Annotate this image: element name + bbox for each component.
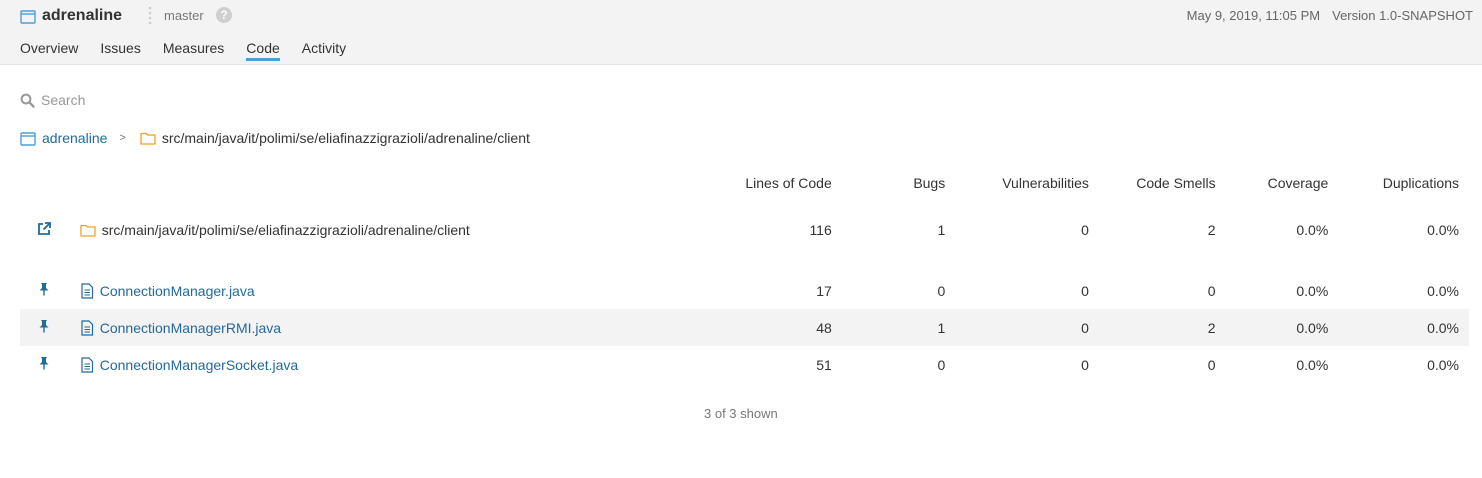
- analysis-date: May 9, 2019, 11:05 PM: [1186, 8, 1321, 23]
- project-header: adrenaline master ? May 9, 2019, 11:05 P…: [0, 0, 1482, 65]
- bugs-value[interactable]: 1: [841, 309, 956, 346]
- code-smells-value[interactable]: 0: [1099, 272, 1226, 309]
- code-smells-value[interactable]: 0: [1099, 346, 1226, 383]
- open-external-icon[interactable]: [36, 221, 52, 237]
- file-icon: [81, 319, 93, 336]
- duplications-value[interactable]: 0.0%: [1338, 200, 1469, 260]
- bugs-value[interactable]: 0: [842, 346, 955, 383]
- search-input[interactable]: [41, 92, 241, 108]
- file-icon: [81, 282, 93, 299]
- project-version: Version 1.0-SNAPSHOT: [1332, 8, 1473, 23]
- code-smells-value[interactable]: 2: [1099, 200, 1226, 260]
- tab-overview[interactable]: Overview: [20, 40, 78, 61]
- table-row: src/main/java/it/polimi/se/eliafinazzigr…: [20, 200, 1469, 260]
- bugs-value[interactable]: 0: [842, 272, 955, 309]
- table-header: Lines of Code Bugs Vulnerabilities Code …: [20, 166, 1469, 200]
- duplications-value[interactable]: 0.0%: [1338, 272, 1469, 309]
- column-code-smells[interactable]: Code Smells: [1099, 166, 1226, 200]
- vulnerabilities-value[interactable]: 0: [955, 200, 1099, 260]
- duplications-value[interactable]: 0.0%: [1338, 346, 1469, 383]
- lines-of-code-value[interactable]: 48: [674, 309, 842, 346]
- vulnerabilities-value[interactable]: 0: [955, 309, 1099, 346]
- column-bugs[interactable]: Bugs: [842, 166, 955, 200]
- shown-count: 3 of 3 shown: [704, 406, 778, 421]
- pin-icon[interactable]: [38, 282, 50, 296]
- project-name[interactable]: adrenaline: [42, 7, 122, 25]
- project-tabs: Overview Issues Measures Code Activity: [20, 40, 368, 61]
- search-box: [20, 92, 241, 108]
- file-link[interactable]: ConnectionManagerSocket.java: [100, 357, 298, 373]
- lines-of-code-value[interactable]: 116: [674, 200, 841, 260]
- breadcrumb-separator: >: [119, 132, 126, 144]
- tab-code[interactable]: Code: [246, 40, 280, 61]
- vulnerabilities-value[interactable]: 0: [955, 346, 1099, 383]
- project-icon: [20, 9, 36, 24]
- column-lines-of-code[interactable]: Lines of Code: [674, 166, 841, 200]
- file-link[interactable]: ConnectionManagerRMI.java: [100, 320, 281, 336]
- code-smells-value[interactable]: 2: [1098, 309, 1226, 346]
- breadcrumb: adrenaline > src/main/java/it/polimi/se/…: [20, 130, 530, 146]
- table-row: ConnectionManagerRMI.java 48 1 0 2 0.0% …: [20, 309, 1469, 346]
- project-title[interactable]: adrenaline: [20, 6, 122, 26]
- vulnerabilities-value[interactable]: 0: [955, 272, 1099, 309]
- lines-of-code-value[interactable]: 17: [674, 272, 841, 309]
- row-spacer: [20, 260, 1469, 272]
- bugs-value[interactable]: 1: [842, 200, 955, 260]
- code-table: Lines of Code Bugs Vulnerabilities Code …: [20, 166, 1469, 383]
- column-vulnerabilities[interactable]: Vulnerabilities: [955, 166, 1099, 200]
- file-icon: [81, 356, 93, 373]
- breadcrumb-current: src/main/java/it/polimi/se/eliafinazzigr…: [161, 130, 530, 146]
- column-duplications[interactable]: Duplications: [1338, 166, 1469, 200]
- table-row: ConnectionManager.java 17 0 0 0 0.0% 0.0…: [20, 272, 1469, 309]
- coverage-value[interactable]: 0.0%: [1226, 346, 1339, 383]
- coverage-value[interactable]: 0.0%: [1225, 309, 1339, 346]
- search-icon: [20, 93, 35, 108]
- directory-name: src/main/java/it/polimi/se/eliafinazzigr…: [101, 222, 470, 238]
- breadcrumb-root[interactable]: adrenaline: [42, 130, 107, 146]
- lines-of-code-value[interactable]: 51: [674, 346, 841, 383]
- analysis-meta: May 9, 2019, 11:05 PM Version 1.0-SNAPSHO…: [1187, 8, 1473, 23]
- help-icon[interactable]: ?: [216, 7, 232, 23]
- folder-icon: [80, 224, 96, 237]
- project-icon: [20, 131, 36, 146]
- folder-icon: [140, 132, 156, 145]
- file-link[interactable]: ConnectionManager.java: [100, 283, 255, 299]
- coverage-value[interactable]: 0.0%: [1226, 200, 1339, 260]
- pin-icon[interactable]: [38, 356, 50, 370]
- tab-issues[interactable]: Issues: [100, 40, 140, 61]
- branch-name[interactable]: master: [164, 8, 204, 23]
- table-row: ConnectionManagerSocket.java 51 0 0 0 0.…: [20, 346, 1469, 383]
- column-coverage[interactable]: Coverage: [1226, 166, 1339, 200]
- pin-icon[interactable]: [38, 319, 50, 333]
- duplications-value[interactable]: 0.0%: [1338, 309, 1469, 346]
- tab-activity[interactable]: Activity: [302, 40, 346, 61]
- branch-icon: [148, 6, 152, 25]
- coverage-value[interactable]: 0.0%: [1226, 272, 1339, 309]
- tab-measures[interactable]: Measures: [163, 40, 224, 61]
